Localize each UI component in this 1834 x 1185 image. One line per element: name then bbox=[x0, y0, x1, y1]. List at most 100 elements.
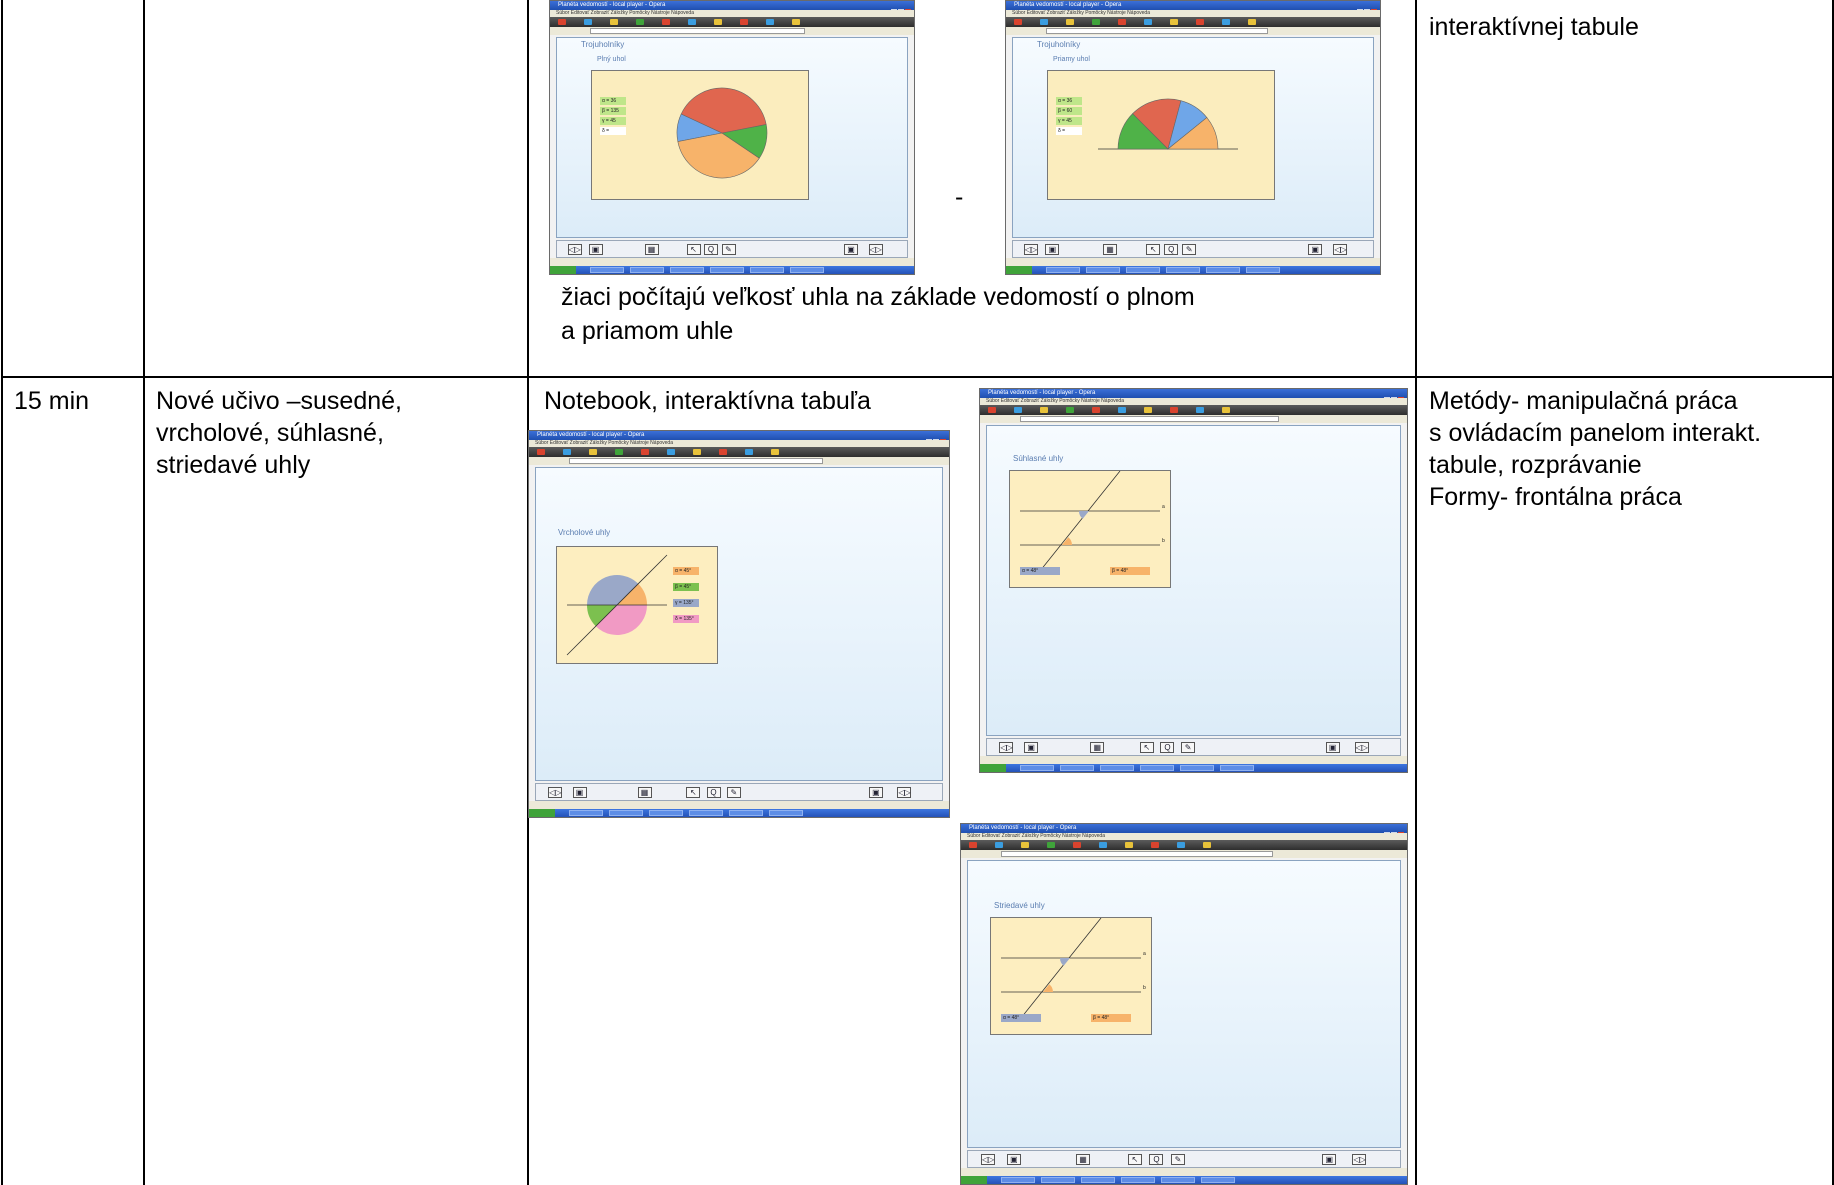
address-bar bbox=[550, 27, 914, 35]
toolbar-icon bbox=[1014, 407, 1022, 413]
windows-taskbar bbox=[550, 266, 914, 274]
window-title: Planéta vedomostí - local player - Opera bbox=[988, 390, 1096, 396]
status-bar bbox=[529, 801, 949, 809]
toolbar-icon bbox=[558, 19, 566, 25]
table-col-divider-3 bbox=[1415, 0, 1417, 1185]
control-button-icon: ▣ bbox=[572, 787, 587, 798]
separator-dash: - bbox=[955, 183, 964, 211]
screenshot-alternate-angles: Planéta vedomostí - local player - Opera… bbox=[960, 823, 1408, 1185]
toolbar-icon bbox=[537, 449, 545, 455]
window-titlebar: Planéta vedomostí - local player - Opera bbox=[961, 824, 1407, 838]
address-bar bbox=[980, 415, 1407, 423]
slide-header: Trojuholníky bbox=[581, 40, 625, 49]
toolbar-icon bbox=[1040, 19, 1048, 25]
control-button-icon: ↖ bbox=[1139, 742, 1154, 753]
control-button-icon: ✎ bbox=[726, 787, 741, 798]
address-bar bbox=[529, 457, 949, 465]
status-bar bbox=[961, 1168, 1407, 1176]
window-titlebar: Planéta vedomostí - local player - Opera bbox=[980, 389, 1407, 403]
taskbar-item bbox=[1041, 1177, 1075, 1183]
control-button-icon: ◁▷ bbox=[868, 244, 883, 255]
toolbar-icon bbox=[589, 449, 597, 455]
toolbar-icon bbox=[1125, 842, 1133, 848]
toolbar-icon bbox=[584, 19, 592, 25]
start-button bbox=[550, 266, 576, 274]
slide-title: Plný uhol bbox=[597, 56, 626, 63]
control-button-icon: ▣ bbox=[1325, 742, 1340, 753]
toolbar-icon bbox=[1066, 407, 1074, 413]
control-button-icon: ✎ bbox=[721, 244, 736, 255]
toolbar-icon bbox=[995, 842, 1003, 848]
window-buttons bbox=[1383, 825, 1405, 838]
window-titlebar: Planéta vedomostí - local player - Opera bbox=[550, 1, 914, 15]
toolbar-icon bbox=[1144, 19, 1152, 25]
toolbar-icon bbox=[714, 19, 722, 25]
control-button-icon: ↖ bbox=[686, 244, 701, 255]
figure-drawing bbox=[676, 87, 768, 179]
toolbar-icon bbox=[792, 19, 800, 25]
taskbar-item bbox=[670, 267, 704, 273]
menu-bar: Súbor Editovať Zobraziť Záložky Pomôcky … bbox=[980, 398, 1407, 405]
control-button-icon: ▣ bbox=[1006, 1154, 1021, 1165]
control-panel: ◁▷ ▣ ▦ ↖ Q ✎ ▣ ◁▷ bbox=[986, 738, 1401, 756]
windows-taskbar bbox=[529, 809, 949, 817]
control-button-icon: ◁▷ bbox=[548, 787, 563, 798]
toolbar-icon bbox=[1014, 19, 1022, 25]
control-button-icon: ▣ bbox=[1024, 742, 1039, 753]
taskbar-item bbox=[1220, 765, 1254, 771]
window-titlebar: Planéta vedomostí - local player - Opera bbox=[1006, 1, 1380, 15]
angle-label: β = 48° bbox=[1091, 1014, 1131, 1022]
toolbar-icon bbox=[615, 449, 623, 455]
control-button-icon: ▣ bbox=[868, 787, 883, 798]
taskbar-item bbox=[649, 810, 683, 816]
toolbar-icon bbox=[641, 449, 649, 455]
control-button-icon: Q bbox=[706, 787, 721, 798]
slide-content: Vrcholové uhly α = 45° β = 45° γ = 135° δ = … bbox=[535, 467, 943, 781]
angle-label: δ = 135° bbox=[673, 615, 699, 623]
slide-content: Trojuholníky Plný uhol α = 36 β = 135 γ = 45… bbox=[556, 37, 908, 238]
slide-content: Trojuholníky Priamy uhol α = 36 β = 60 γ = 4… bbox=[1012, 37, 1374, 238]
screenshot-straight-angle: Planéta vedomostí - local player - Opera… bbox=[1005, 0, 1381, 275]
address-field bbox=[590, 28, 805, 34]
taskbar-item bbox=[710, 267, 744, 273]
window-title: Planéta vedomostí - local player - Opera bbox=[1014, 2, 1122, 8]
start-button bbox=[980, 764, 1006, 772]
taskbar-item bbox=[1020, 765, 1054, 771]
toolbar-icon bbox=[1099, 842, 1107, 848]
window-buttons bbox=[890, 2, 912, 15]
toolbar-icon bbox=[667, 449, 675, 455]
screenshot-vertical-angles: Planéta vedomostí - local player - Opera… bbox=[528, 430, 950, 818]
control-button-icon: Q bbox=[1164, 244, 1179, 255]
windows-taskbar bbox=[1006, 266, 1380, 274]
taskbar-item bbox=[1121, 1177, 1155, 1183]
taskbar-item bbox=[790, 267, 824, 273]
toolbar-icon bbox=[1073, 842, 1081, 848]
toolbar-icon bbox=[1144, 407, 1152, 413]
table-col-divider-1 bbox=[143, 0, 145, 1185]
toolbar-icon bbox=[1047, 842, 1055, 848]
taskbar-item bbox=[1046, 267, 1080, 273]
toolbar-icon bbox=[1092, 407, 1100, 413]
control-button-icon: ▣ bbox=[1045, 244, 1060, 255]
address-field bbox=[1046, 28, 1268, 34]
toolbar-icon bbox=[1170, 407, 1178, 413]
toolbar-icon bbox=[610, 19, 618, 25]
control-button-icon: ▣ bbox=[588, 244, 603, 255]
taskbar-item bbox=[689, 810, 723, 816]
taskbar-item bbox=[590, 267, 624, 273]
slide-title: Vrcholové uhly bbox=[558, 528, 611, 537]
line-label: b bbox=[1143, 985, 1146, 991]
toolbar-icon bbox=[969, 842, 977, 848]
toolbar-icon bbox=[1222, 19, 1230, 25]
control-button-icon: ▦ bbox=[644, 244, 659, 255]
row1-caption-line2: a priamom uhle bbox=[561, 317, 734, 345]
window-title: Planéta vedomostí - local player - Opera bbox=[558, 2, 666, 8]
control-button-icon: ↖ bbox=[686, 787, 701, 798]
row2-time: 15 min bbox=[14, 387, 90, 415]
row2-topic-line3: striedavé uhly bbox=[156, 451, 311, 479]
toolbar-icon bbox=[1170, 19, 1178, 25]
row1-methods-text: interaktívnej tabule bbox=[1429, 13, 1639, 41]
taskbar-item bbox=[1100, 765, 1134, 771]
status-bar bbox=[1006, 258, 1380, 266]
address-field bbox=[1001, 851, 1274, 857]
